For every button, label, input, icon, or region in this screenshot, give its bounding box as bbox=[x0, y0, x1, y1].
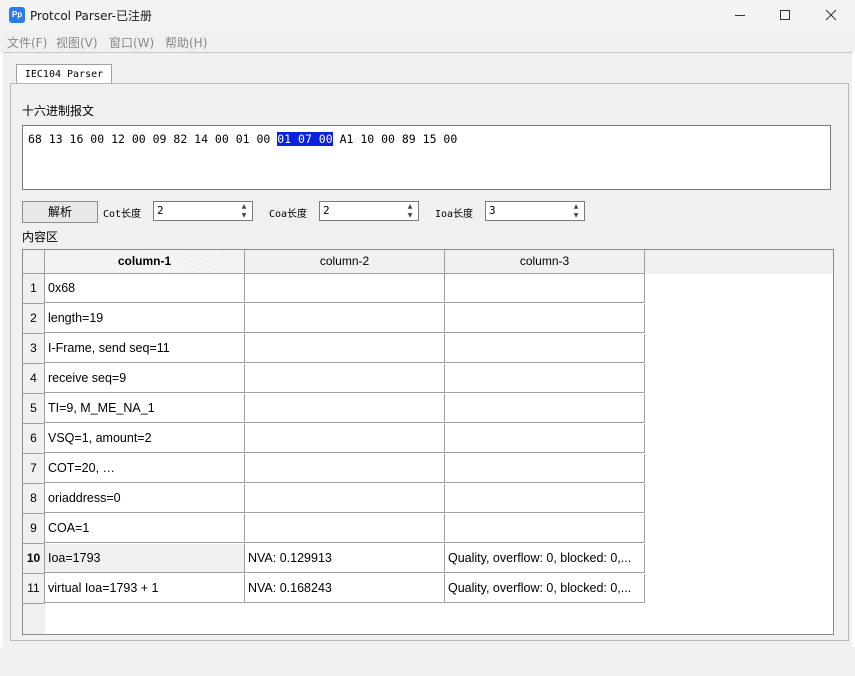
row-number[interactable]: 7 bbox=[23, 454, 45, 484]
spin-down-icon[interactable]: ▼ bbox=[236, 211, 252, 220]
cot-length-label: Cot长度 bbox=[103, 209, 142, 220]
row-number[interactable]: 5 bbox=[23, 394, 45, 424]
coa-length-value: 2 bbox=[323, 204, 330, 217]
table-cell[interactable] bbox=[245, 274, 445, 303]
spin-down-icon[interactable]: ▼ bbox=[402, 211, 418, 220]
column-header[interactable]: column-2 bbox=[245, 250, 445, 274]
row-number[interactable]: 3 bbox=[23, 334, 45, 364]
row-number[interactable]: 2 bbox=[23, 304, 45, 334]
column-header[interactable]: column-1 bbox=[45, 250, 245, 274]
table-cell[interactable] bbox=[445, 454, 645, 483]
minimize-icon bbox=[735, 15, 745, 16]
ioa-length-value: 3 bbox=[489, 204, 496, 217]
app-icon: Pp bbox=[9, 7, 25, 23]
table-cell[interactable] bbox=[245, 334, 445, 363]
table-cell[interactable]: receive seq=9 bbox=[45, 364, 245, 393]
ioa-length-spinbox[interactable]: 3 ▲ ▼ bbox=[485, 201, 585, 221]
cot-length-value: 2 bbox=[157, 204, 164, 217]
row-number[interactable]: 9 bbox=[23, 514, 45, 544]
close-icon bbox=[825, 9, 837, 21]
title-bar: Pp Protcol Parser-已注册 bbox=[0, 0, 855, 30]
spin-up-icon[interactable]: ▲ bbox=[236, 202, 252, 211]
ioa-length-label: Ioa长度 bbox=[435, 209, 474, 220]
tab-panel: 十六进制报文 68 13 16 00 12 00 09 82 14 00 01 … bbox=[10, 83, 849, 641]
table-cell[interactable] bbox=[245, 394, 445, 423]
table-cell[interactable] bbox=[445, 364, 645, 393]
hex-input[interactable]: 68 13 16 00 12 00 09 82 14 00 01 00 01 0… bbox=[22, 125, 831, 190]
table-cell[interactable] bbox=[245, 424, 445, 453]
table-cell[interactable] bbox=[445, 334, 645, 363]
table-cell[interactable]: TI=9, M_ME_NA_1 bbox=[45, 394, 245, 423]
maximize-icon bbox=[780, 10, 790, 20]
table-cell[interactable]: I-Frame, send seq=11 bbox=[45, 334, 245, 363]
table-cell[interactable]: VSQ=1, amount=2 bbox=[45, 424, 245, 453]
menu-help[interactable]: 帮助(H) bbox=[165, 34, 207, 51]
table-corner[interactable] bbox=[23, 250, 45, 274]
table-cell[interactable] bbox=[245, 454, 445, 483]
table-cell[interactable] bbox=[445, 514, 645, 543]
row-number[interactable]: 1 bbox=[23, 274, 45, 304]
table-cell[interactable] bbox=[245, 304, 445, 333]
coa-length-spinbox[interactable]: 2 ▲ ▼ bbox=[319, 201, 419, 221]
table-cell[interactable] bbox=[445, 304, 645, 333]
window-title: Protcol Parser-已注册 bbox=[30, 9, 152, 23]
coa-length-label: Coa长度 bbox=[269, 209, 308, 220]
cot-length-spinbox[interactable]: 2 ▲ ▼ bbox=[153, 201, 253, 221]
table-cell[interactable]: Quality, overflow: 0, blocked: 0,... bbox=[445, 544, 645, 573]
close-button[interactable] bbox=[808, 0, 854, 30]
table-cell[interactable]: COA=1 bbox=[45, 514, 245, 543]
spin-down-icon[interactable]: ▼ bbox=[568, 211, 584, 220]
row-number[interactable]: 8 bbox=[23, 484, 45, 514]
parse-button[interactable]: 解析 bbox=[22, 201, 98, 223]
table-cell[interactable] bbox=[445, 274, 645, 303]
hex-label: 十六进制报文 bbox=[22, 104, 95, 118]
table-cell[interactable]: Quality, overflow: 0, blocked: 0,... bbox=[445, 574, 645, 603]
row-number[interactable]: 11 bbox=[23, 574, 45, 604]
maximize-button[interactable] bbox=[762, 0, 808, 30]
row-number[interactable]: 10 bbox=[23, 544, 45, 574]
table-cell[interactable]: NVA: 0.168243 bbox=[245, 574, 445, 603]
row-number[interactable]: 4 bbox=[23, 364, 45, 394]
table-cell[interactable]: virtual Ioa=1793 + 1 bbox=[45, 574, 245, 603]
menu-file[interactable]: 文件(F) bbox=[7, 34, 47, 51]
table-cell[interactable]: oriaddress=0 bbox=[45, 484, 245, 513]
menu-view[interactable]: 视图(V) bbox=[56, 34, 98, 51]
spin-up-icon[interactable]: ▲ bbox=[568, 202, 584, 211]
table-cell[interactable] bbox=[245, 364, 445, 393]
menu-bar: 文件(F) 视图(V) 窗口(W) 帮助(H) bbox=[0, 30, 855, 52]
content-label: 内容区 bbox=[22, 230, 59, 244]
hex-text-before: 68 13 16 00 12 00 09 82 14 00 01 00 bbox=[28, 132, 278, 146]
table-cell[interactable] bbox=[245, 514, 445, 543]
table-cell[interactable] bbox=[245, 484, 445, 513]
table-cell[interactable] bbox=[445, 424, 645, 453]
result-table[interactable]: column-1 column-2 column-3 1 0x68 2 length=… bbox=[22, 249, 834, 635]
table-cell[interactable] bbox=[445, 394, 645, 423]
table-cell[interactable]: length=19 bbox=[45, 304, 245, 333]
row-number[interactable]: 6 bbox=[23, 424, 45, 454]
table-cell[interactable]: NVA: 0.129913 bbox=[245, 544, 445, 573]
table-cell[interactable] bbox=[445, 484, 645, 513]
hex-selection: 01 07 00 bbox=[277, 132, 333, 146]
table-cell[interactable]: Ioa=1793 bbox=[45, 544, 245, 573]
table-cell[interactable]: COT=20, … bbox=[45, 454, 245, 483]
menu-window[interactable]: 窗口(W) bbox=[109, 34, 154, 51]
tab-iec104-parser[interactable]: IEC104 Parser bbox=[16, 64, 112, 84]
mdi-area: IEC104 Parser 十六进制报文 68 13 16 00 12 00 0… bbox=[3, 52, 852, 647]
status-bar bbox=[0, 647, 855, 676]
hex-text-after: A1 10 00 89 15 00 bbox=[332, 132, 458, 146]
minimize-button[interactable] bbox=[717, 0, 763, 30]
column-header[interactable]: column-3 bbox=[445, 250, 645, 274]
spin-up-icon[interactable]: ▲ bbox=[402, 202, 418, 211]
table-cell[interactable]: 0x68 bbox=[45, 274, 245, 303]
